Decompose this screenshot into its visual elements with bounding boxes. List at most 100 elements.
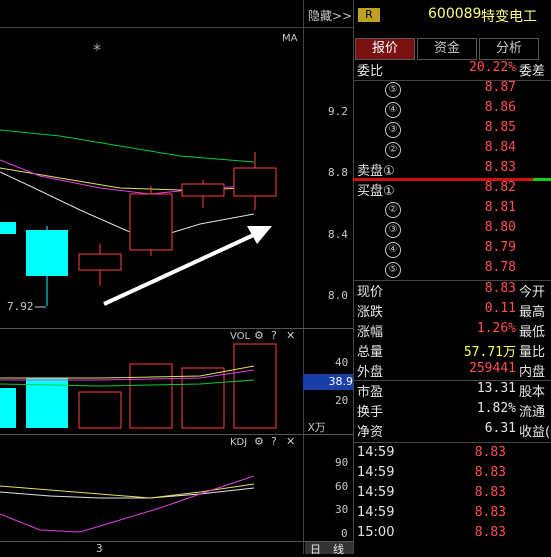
sell-row[interactable]: ③ 8.85 — [353, 120, 551, 140]
quote-right-label: 今开 — [519, 285, 546, 300]
sell-row[interactable]: 卖盘① 8.83 — [353, 160, 551, 180]
quote-value: 6.31 — [484, 421, 516, 436]
quote-label: 现价 — [357, 285, 384, 300]
sell-price: 8.86 — [484, 100, 516, 115]
panel-divider-kdj — [0, 434, 353, 435]
quote-right-label: 收益(三 — [519, 425, 551, 440]
vol-bar — [78, 391, 122, 429]
price-axis-divider — [303, 0, 304, 554]
r-badge: R — [358, 8, 380, 22]
quote-value: 13.31 — [476, 381, 516, 396]
buy-level-num: ② — [385, 202, 401, 218]
buy-level-num: ④ — [385, 242, 401, 258]
quote-label: 涨幅 — [357, 325, 384, 340]
quote-label: 市盈 — [357, 385, 384, 400]
price-tick: 8.0 — [328, 289, 348, 302]
buy-row[interactable]: 买盘① 8.82 — [353, 180, 551, 200]
tick-price: 8.83 — [474, 485, 506, 500]
quote-value: 259441 — [469, 361, 516, 376]
price-tick: 8.4 — [328, 228, 348, 241]
quote-label: 总量 — [357, 345, 384, 360]
candle — [0, 222, 16, 234]
vol-value-box: 38.9 — [303, 374, 353, 390]
kdj-plot — [0, 475, 255, 533]
tab-analysis[interactable]: 分析 — [479, 38, 539, 60]
price-tick: 8.8 — [328, 166, 348, 179]
quote-row: 现价 8.83 今开 — [353, 281, 551, 301]
kdj-tick: 60 — [335, 480, 349, 493]
quote-label: 换手 — [357, 405, 384, 420]
ma-line-white — [0, 171, 255, 241]
buy-row[interactable]: ④ 8.79 — [353, 240, 551, 260]
buy-level-label: 买盘① — [357, 184, 395, 199]
quote-right-label: 股本 — [519, 385, 546, 400]
weibi-value: 20.22% — [469, 60, 516, 75]
sell-row[interactable]: ⑤ 8.87 — [353, 80, 551, 100]
buy-row[interactable]: ⑤ 8.78 — [353, 260, 551, 280]
tick-row: 15:00 8.83 — [353, 525, 551, 545]
vol-unit: X万 — [308, 421, 326, 434]
quote-right-label: 内盘 — [519, 365, 546, 380]
quote-value: 1.82% — [476, 401, 516, 416]
kdj-tick: 90 — [335, 456, 349, 469]
day-button[interactable]: 日 — [310, 541, 321, 557]
price-tick: 9.2 — [328, 105, 348, 118]
candle — [233, 167, 277, 197]
tick-time: 14:59 — [357, 505, 395, 520]
buy-price: 8.80 — [484, 220, 516, 235]
tick-row: 14:59 8.83 — [353, 465, 551, 485]
low-price-label: 7.92 — [7, 300, 34, 313]
sell-level-num: ⑤ — [385, 82, 401, 98]
sell-row[interactable]: ④ 8.86 — [353, 100, 551, 120]
quote-label: 净资 — [357, 425, 384, 440]
quote-right-label: 量比 — [519, 345, 546, 360]
sell-level-num: ③ — [385, 122, 401, 138]
quote-label: 外盘 — [357, 365, 384, 380]
candle — [181, 183, 225, 197]
weicha-label: 委差 — [519, 64, 546, 79]
sell-row[interactable]: ② 8.84 — [353, 140, 551, 160]
stock-code: 600089 — [428, 6, 482, 22]
line-button[interactable]: 线 — [333, 541, 344, 557]
weibi-row: 委比 20.22% 委差 — [353, 60, 551, 80]
vol-bar — [0, 388, 16, 428]
hide-panel-button[interactable]: 隐藏>> — [308, 7, 352, 24]
buy-price: 8.82 — [484, 180, 516, 195]
price-plot — [0, 129, 277, 308]
tick-time: 14:59 — [357, 485, 395, 500]
quote-row: 总量 57.71万 量比 — [353, 341, 551, 361]
quote-value: 8.83 — [484, 281, 516, 296]
vol-bar — [233, 343, 277, 429]
quote-row: 市盈 13.31 股本 — [353, 381, 551, 401]
quote-label: 涨跌 — [357, 305, 384, 320]
tick-time: 15:00 — [357, 525, 395, 540]
buy-row[interactable]: ③ 8.80 — [353, 220, 551, 240]
tick-row: 14:59 8.83 — [353, 485, 551, 505]
quote-value: 57.71万 — [463, 345, 516, 360]
period-buttons[interactable]: 日 线 — [305, 541, 353, 557]
quote-panel: R 600089 特变电工 报价 资金 分析 委比 20.22% 委差 ⑤ 8.8… — [353, 0, 551, 554]
sell-price: 8.87 — [484, 80, 516, 95]
vol-tick: 20 — [335, 394, 349, 407]
buy-price: 8.81 — [484, 200, 516, 215]
tab-funds[interactable]: 资金 — [417, 38, 477, 60]
candle — [26, 230, 68, 276]
kline-chart[interactable]: 隐藏>> MA * 9.2 8.8 8.4 8.0 7.92 VOL ⚙ ? ✕… — [0, 0, 353, 557]
quote-row: 涨幅 1.26% 最低 — [353, 321, 551, 341]
quote-row: 换手 1.82% 流通 — [353, 401, 551, 421]
quote-row: 外盘 259441 内盘 — [353, 361, 551, 381]
quote-right-label: 最低 — [519, 325, 546, 340]
tab-quote[interactable]: 报价 — [355, 38, 415, 60]
sell-price: 8.84 — [484, 140, 516, 155]
quote-value: 0.11 — [484, 301, 516, 316]
tick-row: 14:59 8.83 — [353, 445, 551, 465]
quote-row: 涨跌 0.11 最高 — [353, 301, 551, 321]
vol-plot — [0, 343, 277, 429]
buy-row[interactable]: ② 8.81 — [353, 200, 551, 220]
kdj-d-line — [0, 483, 255, 499]
kdj-j-line — [0, 475, 255, 533]
candle — [78, 253, 122, 271]
sell-level-num: ④ — [385, 102, 401, 118]
tick-price: 8.83 — [474, 525, 506, 540]
buy-level-num: ⑤ — [385, 262, 401, 278]
